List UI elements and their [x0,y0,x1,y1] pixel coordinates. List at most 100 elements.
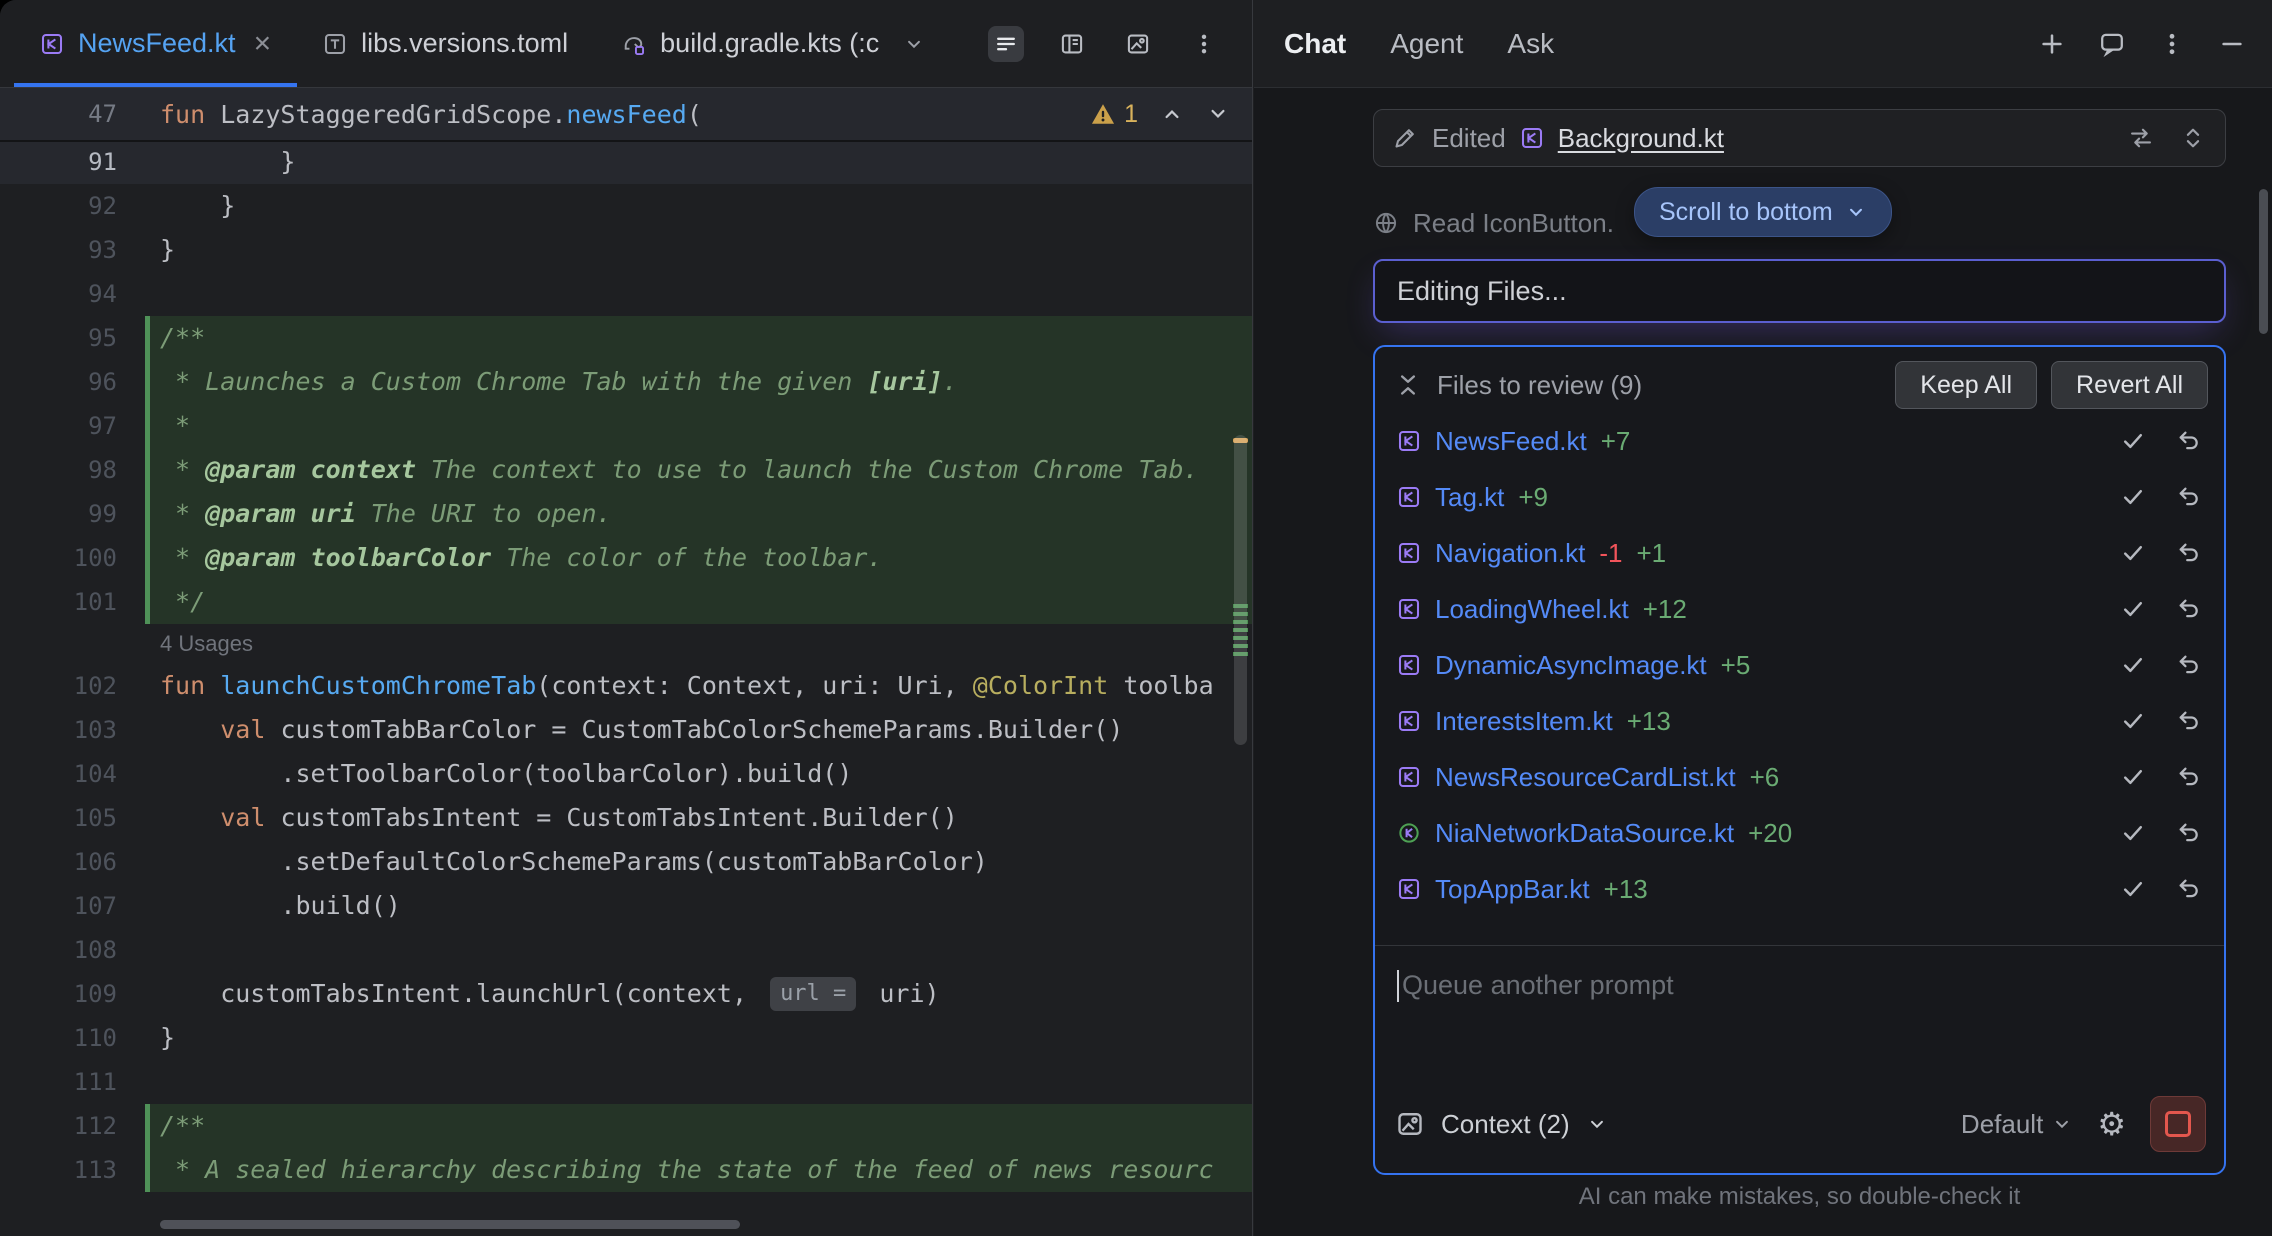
comment-icon[interactable] [2098,30,2126,58]
code-token: val [220,803,280,832]
file-review-row[interactable]: NiaNetworkDataSource.kt+20 [1375,805,2224,861]
edited-file-card[interactable]: Edited Background.kt [1373,109,2226,167]
editing-files-status[interactable]: Editing Files... [1373,259,2226,323]
file-link[interactable]: TopAppBar.kt [1435,874,1590,905]
previous-issue-icon[interactable] [1160,102,1184,126]
kotlin-file-icon [1397,709,1421,733]
file-link[interactable]: NiaNetworkDataSource.kt [1435,818,1734,849]
editor-horizontal-scrollbar[interactable] [160,1220,740,1229]
sticky-function-header[interactable]: 47 fun LazyStaggeredGridScope.newsFeed( … [0,88,1252,142]
code-line[interactable]: 101 */ [0,580,1252,624]
code-line[interactable]: 96 * Launches a Custom Chrome Tab with t… [0,360,1252,404]
tab-chat[interactable]: Chat [1284,28,1346,60]
tab-agent[interactable]: Agent [1390,28,1463,60]
sticky-code-text: fun LazyStaggeredGridScope.newsFeed( [145,100,702,129]
plus-icon[interactable] [2038,30,2066,58]
settings-gear-icon[interactable]: ⚙ [2097,1108,2126,1140]
file-review-row[interactable]: NewsFeed.kt+7 [1375,413,2224,469]
file-review-row[interactable]: TopAppBar.kt+13 [1375,861,2224,917]
code-line[interactable]: 91 } [0,140,1252,184]
minimize-icon[interactable] [2218,30,2246,58]
file-review-row[interactable]: DynamicAsyncImage.kt+5 [1375,637,2224,693]
tab-libs-versions-toml[interactable]: libs.versions.toml [297,0,594,87]
code-line[interactable]: 104 .setToolbarColor(toolbarColor).build… [0,752,1252,796]
code-token: } [160,191,235,220]
collapse-icon[interactable] [1395,372,1421,398]
tab-newsfeed-kt[interactable]: NewsFeed.kt × [14,0,297,87]
code-line[interactable]: 111 [0,1060,1252,1104]
read-tool-row[interactable]: Read IconButton. [1373,195,1614,251]
warning-badge[interactable]: 1 [1090,100,1138,129]
code-line[interactable]: 108 [0,928,1252,972]
file-review-row[interactable]: LoadingWheel.kt +12 [1375,581,2224,637]
file-review-row[interactable]: NewsResourceCardList.kt+6 [1375,749,2224,805]
file-row-actions [2120,652,2202,678]
code-line[interactable]: 107 .build() [0,884,1252,928]
code-line[interactable]: 112/** [0,1104,1252,1148]
usages-hint-row[interactable]: 4 Usages [0,624,1252,664]
revert-all-button[interactable]: Revert All [2051,361,2208,409]
stop-button[interactable] [2150,1096,2206,1152]
code-line[interactable]: 105 val customTabsIntent = CustomTabsInt… [0,796,1252,840]
code-line[interactable]: 95/** [0,316,1252,360]
tab-build-gradle-kts[interactable]: build.gradle.kts (:c [594,0,951,87]
screenshot-icon[interactable] [1120,26,1156,62]
code-token: The URI to open. [356,499,612,528]
more-options-icon[interactable] [2158,30,2186,58]
code-line[interactable]: 99 * @param uri The URI to open. [0,492,1252,536]
code-token: fun [160,100,220,129]
code-token: val [220,715,280,744]
chat-scrollbar[interactable] [2259,189,2268,334]
chevron-down-icon[interactable] [1586,1113,1608,1135]
file-review-row[interactable]: InterestsItem.kt+13 [1375,693,2224,749]
file-review-row[interactable]: Navigation.kt-1+1 [1375,525,2224,581]
chevron-down-icon[interactable] [903,33,925,55]
prompt-placeholder: Queue another prompt [1402,970,1674,1001]
file-link[interactable]: Tag.kt [1435,482,1504,513]
code-area[interactable]: 91 }92 }93}9495/**96 * Launches a Custom… [0,140,1252,1236]
close-tab-icon[interactable]: × [254,27,272,61]
file-link[interactable]: InterestsItem.kt [1435,706,1613,737]
code-line[interactable]: 110} [0,1016,1252,1060]
code-line[interactable]: 109 customTabsIntent.launchUrl(context, … [0,972,1252,1016]
diff-icon[interactable] [2127,124,2155,152]
keep-all-button[interactable]: Keep All [1895,361,2037,409]
expand-collapse-icon[interactable] [2179,124,2207,152]
code-token: The context to use to launch the Custom … [416,455,1199,484]
file-link[interactable]: NewsResourceCardList.kt [1435,762,1736,793]
diff-added-count: +12 [1643,594,1687,625]
usages-hint[interactable]: 4 Usages [145,631,253,656]
code-line[interactable]: 93} [0,228,1252,272]
prompt-input[interactable]: Queue another prompt [1375,946,2224,1085]
list-view-icon[interactable] [988,26,1024,62]
next-issue-icon[interactable] [1206,102,1230,126]
context-selector[interactable]: Context (2) [1441,1109,1570,1140]
file-review-row[interactable]: Tag.kt+9 [1375,469,2224,525]
file-link[interactable]: NewsFeed.kt [1435,426,1587,457]
line-number: 91 [0,140,145,184]
code-line[interactable]: 94 [0,272,1252,316]
code-line[interactable]: 103 val customTabBarColor = CustomTabCol… [0,708,1252,752]
tab-ask[interactable]: Ask [1507,28,1554,60]
scroll-to-bottom-button[interactable]: Scroll to bottom [1634,187,1892,237]
file-link[interactable]: Navigation.kt [1435,538,1585,569]
line-number: 102 [0,664,145,708]
kotlin-file-icon [1397,485,1421,509]
model-selector[interactable]: Default [1961,1109,2073,1140]
code-line[interactable]: 92 } [0,184,1252,228]
split-view-icon[interactable] [1054,26,1090,62]
ai-chat-panel: Chat Agent Ask Edited Background.kt [1254,0,2272,1236]
edited-file-link[interactable]: Background.kt [1558,123,1724,154]
more-options-icon[interactable] [1186,26,1222,62]
editor-vertical-scrollbar[interactable] [1234,435,1247,745]
attach-image-icon[interactable] [1395,1109,1425,1139]
code-line[interactable]: 97 * [0,404,1252,448]
file-link[interactable]: DynamicAsyncImage.kt [1435,650,1707,681]
warning-count: 1 [1124,100,1138,129]
code-line[interactable]: 98 * @param context The context to use t… [0,448,1252,492]
code-line[interactable]: 102fun launchCustomChromeTab(context: Co… [0,664,1252,708]
code-line[interactable]: 113 * A sealed hierarchy describing the … [0,1148,1252,1192]
code-line[interactable]: 106 .setDefaultColorSchemeParams(customT… [0,840,1252,884]
file-link[interactable]: LoadingWheel.kt [1435,594,1629,625]
code-line[interactable]: 100 * @param toolbarColor The color of t… [0,536,1252,580]
